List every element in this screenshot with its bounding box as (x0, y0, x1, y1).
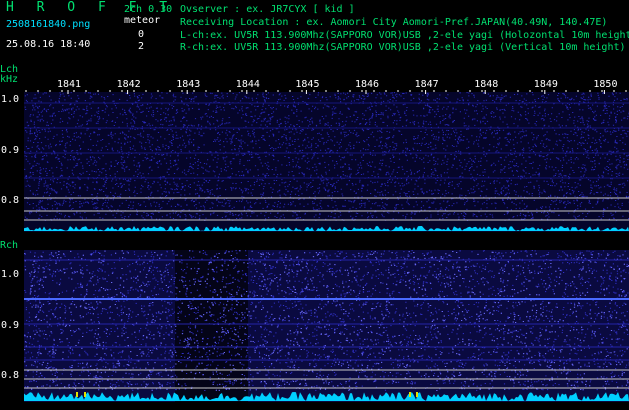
meteor-marker (409, 392, 411, 397)
spectrogram-canvas (24, 90, 629, 402)
rch-freq-tick-label: 0.8 (1, 370, 20, 381)
time-tick-label: 1846 (355, 79, 380, 90)
time-tick-label: 1842 (116, 79, 141, 90)
time-tick-label: 1843 (176, 79, 201, 90)
time-tick-label: 1845 (295, 79, 320, 90)
meteor-marker (84, 392, 86, 397)
rch-freq-tick-label: 1.0 (1, 269, 20, 280)
lch-freq-tick-label: 1.0 (1, 94, 20, 105)
meteor-marker (416, 392, 418, 397)
time-tick-label: 1850 (593, 79, 618, 90)
time-tick-label: 1847 (414, 79, 439, 90)
time-tick-label: 1844 (235, 79, 260, 90)
lch-freq-tick-label: 0.9 (1, 145, 20, 156)
time-tick-label: 1849 (533, 79, 558, 90)
time-tick-label: 1841 (57, 79, 82, 90)
time-tick-label: 1848 (474, 79, 499, 90)
lch-freq-tick-label: 0.8 (1, 195, 20, 206)
meteor-marker (76, 392, 78, 397)
rch-freq-tick-label: 0.9 (1, 320, 20, 331)
